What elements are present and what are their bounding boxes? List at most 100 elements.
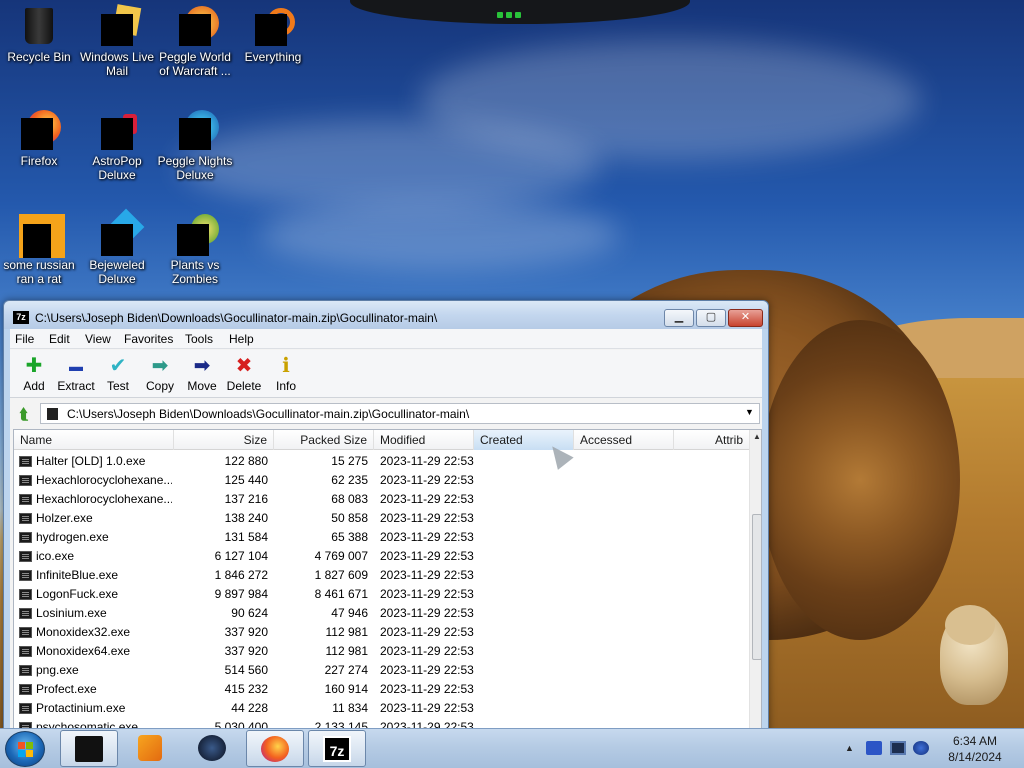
table-row[interactable]: ico.exe 6 127 104 4 769 007 2023-11-29 22:5… [14,547,749,566]
start-button[interactable] [5,731,45,767]
show-hidden-icons-button[interactable]: ▲ [845,743,854,753]
test-label: Test [106,379,129,393]
table-row[interactable]: Losinium.exe 90 624 47 946 2023-11-29 22:53 [14,604,749,623]
cell-modified: 2023-11-29 22:53 [380,549,474,563]
menu-favorites[interactable]: Favorites [124,332,173,346]
title-bar[interactable]: 7z C:\Users\Joseph Biden\Downloads\Gocul… [4,301,768,329]
desktop-icon-windows-live-mail[interactable]: Windows Live Mail [77,4,157,78]
cell-modified: 2023-11-29 22:53 [380,625,474,639]
hay-bale-face [760,320,960,640]
maximize-button[interactable]: ▢ [696,309,726,327]
table-row[interactable]: Halter [OLD] 1.0.exe 122 880 15 275 2023-11… [14,452,749,471]
black-app-icon [75,736,103,762]
up-arrow-icon: ⮬ [19,406,29,423]
column-header-modified[interactable]: Modified [374,430,474,450]
table-row[interactable]: hydrogen.exe 131 584 65 388 2023-11-29 22:5… [14,528,749,547]
add-button[interactable]: ✚ Add [13,355,55,393]
file-list[interactable]: Name Size Packed Size Modified Created A… [13,429,762,729]
taskbar-app-2[interactable] [122,730,180,767]
cell-name: hydrogen.exe [36,530,109,544]
cell-name: png.exe [36,663,79,677]
table-row[interactable]: InfiniteBlue.exe 1 846 272 1 827 609 2023-1… [14,566,749,585]
menu-bar: File Edit View Favorites Tools Help [10,329,762,349]
scrollbar-thumb[interactable] [752,514,761,660]
column-header-packed-size[interactable]: Packed Size [274,430,374,450]
bejeweled-icon [97,208,145,256]
extract-button[interactable]: ▬ Extract [55,355,97,393]
desktop-icon-plants-vs-zombies[interactable]: Plants vs Zombies [155,214,235,286]
desktop-icon-label: Plants vs Zombies [170,258,220,286]
desktop-icon-bejeweled[interactable]: Bejeweled Deluxe [77,208,157,286]
russian-rat-icon [19,214,65,258]
volume-icon[interactable] [913,741,929,755]
cell-modified: 2023-11-29 22:53 [380,606,474,620]
desktop-icon-firefox[interactable]: Firefox [0,110,79,168]
cell-size: 6 127 104 [214,549,268,563]
info-button[interactable]: ℹ Info [265,355,307,393]
move-label: Move [187,379,217,393]
extract-label: Extract [57,379,95,393]
table-row[interactable]: Protactinium.exe 44 228 11 834 2023-11-29 2… [14,699,749,718]
column-header-size[interactable]: Size [174,430,274,450]
taskbar-app-1[interactable] [60,730,118,767]
desktop-icon-peggle-nights[interactable]: Peggle Nights Deluxe [155,110,235,182]
network-icon[interactable] [890,741,906,755]
taskbar-clock[interactable]: 6:34 AM 8/14/2024 [935,733,1015,765]
address-field[interactable]: C:\Users\Joseph Biden\Downloads\Gocullin… [40,403,760,424]
table-row[interactable]: Holzer.exe 138 240 50 858 2023-11-29 22:53 [14,509,749,528]
table-row[interactable]: LogonFuck.exe 9 897 984 8 461 671 2023-11-2… [14,585,749,604]
column-header-name[interactable]: Name [14,430,174,450]
taskbar-app-3[interactable] [184,730,242,767]
move-button[interactable]: ➡ Move [181,355,223,393]
cell-size: 514 560 [224,663,268,677]
up-folder-button[interactable]: ⮬ [14,406,34,424]
7zip-app-icon[interactable]: 7z [13,311,29,324]
cell-name: LogonFuck.exe [36,587,119,601]
menu-tools[interactable]: Tools [185,332,213,346]
delete-button[interactable]: ✖ Delete [223,355,265,393]
desktop-icon-peggle-wow[interactable]: Peggle World of Warcraft ... [155,6,235,78]
cell-packed-size: 15 275 [331,454,368,468]
taskbar-app-5[interactable]: 7z [308,730,366,767]
clock-time: 6:34 AM [952,734,998,748]
column-header-attrib[interactable]: Attrib [674,430,749,450]
windows-logo-icon [18,742,34,758]
test-button[interactable]: ✔ Test [97,355,139,393]
menu-help[interactable]: Help [229,332,254,346]
table-row[interactable]: Hexachlorocyclohexane... 125 440 62 235 202… [14,471,749,490]
menu-view[interactable]: View [85,332,111,346]
table-row[interactable]: Monoxidex32.exe 337 920 112 981 2023-11-29 … [14,623,749,642]
exe-file-icon [19,684,32,695]
minimize-button[interactable]: ▁ [664,309,694,327]
close-icon: ✕ [740,311,751,323]
desktop-icon-everything[interactable]: Everything [233,6,313,64]
copy-button[interactable]: ➡ Copy [139,355,181,393]
column-header-accessed[interactable]: Accessed [574,430,674,450]
cell-packed-size: 8 461 671 [314,587,368,601]
media-player-icon [138,735,162,761]
cell-packed-size: 4 769 007 [314,549,368,563]
table-row[interactable]: Monoxidex64.exe 337 920 112 981 2023-11-29 … [14,642,749,661]
desktop-icon-recycle-bin[interactable]: Recycle Bin [0,6,79,64]
desktop-icon-astropop[interactable]: AstroPop Deluxe [77,110,157,182]
action-center-icon[interactable] [866,741,882,755]
desktop-icon-some-russian-ran-a-rat[interactable]: some russian ran a rat [0,214,79,286]
taskbar-app-4[interactable] [246,730,304,767]
table-row[interactable]: png.exe 514 560 227 274 2023-11-29 22:53 [14,661,749,680]
cell-packed-size: 62 235 [331,473,368,487]
exe-file-icon [19,646,32,657]
scroll-up-icon[interactable]: ▲ [753,432,761,441]
delete-x-icon: ✖ [235,355,253,377]
exe-file-icon [19,532,32,543]
vertical-scrollbar[interactable]: ▲ [749,430,761,728]
menu-edit[interactable]: Edit [49,332,70,346]
table-row[interactable]: Profect.exe 415 232 160 914 2023-11-29 22:5… [14,680,749,699]
table-row[interactable]: Hexachlorocyclohexane... 137 216 68 083 202… [14,490,749,509]
cell-packed-size: 227 274 [324,663,368,677]
menu-file[interactable]: File [15,332,34,346]
minimize-icon: ▁ [674,311,684,323]
info-label: Info [275,379,296,393]
close-button[interactable]: ✕ [728,309,763,327]
cell-modified: 2023-11-29 22:53 [380,682,474,696]
address-dropdown-button[interactable]: ▼ [745,407,754,417]
